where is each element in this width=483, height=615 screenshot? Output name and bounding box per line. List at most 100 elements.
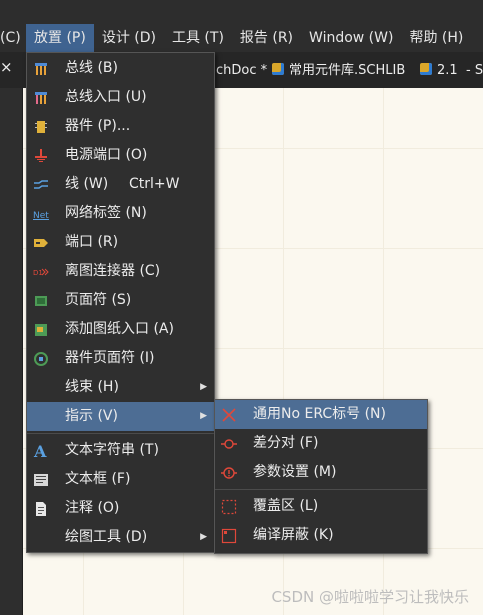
document-icon (420, 63, 432, 75)
sheet-symbol-icon (33, 293, 49, 309)
menu-item-label: 参数设置 (M) (253, 464, 337, 480)
menu-item-shortcut: Ctrl+W (129, 176, 180, 192)
menu-label: 放置 (P) (34, 30, 86, 46)
blanket-icon (221, 499, 237, 515)
menu-item-parameter-set[interactable]: 参数设置 (M) (215, 458, 427, 487)
menu-label: Window (W) (309, 30, 394, 46)
menu-item-label: 器件页面符 (I) (65, 350, 155, 366)
menu-item-device-sheet-symbol[interactable]: 器件页面符 (I) (27, 344, 214, 373)
menu-item-label: 注释 (O) (65, 500, 120, 516)
menu-item-label: 差分对 (F) (253, 435, 319, 451)
menu-item-label: 线束 (H) (65, 379, 119, 395)
menu-item-sheet-symbol[interactable]: 页面符 (S) (27, 286, 214, 315)
compile-mask-icon (221, 528, 237, 544)
menu-label: 工具 (T) (171, 30, 224, 46)
menu-item-part[interactable]: 器件 (P)... (27, 112, 214, 141)
menu-item-label: 总线 (B) (65, 60, 118, 76)
menu-item-label: 总线入口 (U) (65, 89, 147, 105)
device-sheet-symbol-icon (33, 351, 49, 367)
directives-submenu: 通用No ERC标号 (N) 差分对 (F) 参数设置 (M) 覆盖区 (L) … (214, 399, 428, 554)
menu-help[interactable]: 帮助 (H) (401, 24, 471, 52)
menu-item-label: 电源端口 (O) (65, 147, 148, 163)
menu-item-label: 页面符 (S) (65, 292, 132, 308)
menu-item-off-sheet-connector[interactable]: D1 离图连接器 (C) (27, 257, 214, 286)
menu-tools-cut[interactable]: (C) (0, 24, 26, 52)
menu-item-text-frame[interactable]: 文本框 (F) (27, 465, 214, 494)
bus-entry-icon (33, 90, 49, 106)
menu-item-label: 端口 (R) (65, 234, 119, 250)
menu-item-net-label[interactable]: Net 网络标签 (N) (27, 199, 214, 228)
menu-item-label: 线 (W) (65, 176, 109, 192)
menu-item-no-erc[interactable]: 通用No ERC标号 (N) (215, 400, 427, 429)
menu-item-label: 编译屏蔽 (K) (253, 527, 334, 543)
menu-separator (215, 489, 427, 490)
port-icon (33, 235, 49, 251)
menu-label: 报告 (R) (239, 30, 294, 46)
menu-item-label: 器件 (P)... (65, 118, 131, 134)
tab-label: - S (466, 63, 483, 78)
menu-item-wire[interactable]: 线 (W) Ctrl+W (27, 170, 214, 199)
text-frame-icon (33, 472, 49, 488)
svg-text:D1: D1 (33, 269, 43, 277)
parameter-set-icon (221, 465, 237, 481)
net-label-icon: Net (33, 206, 49, 222)
menu-item-label: 网络标签 (N) (65, 205, 147, 221)
tab-2-1[interactable]: 2.1 (420, 58, 458, 84)
schlib-icon (272, 63, 284, 75)
menu-item-drawing-tools[interactable]: 绘图工具 (D) ▶ (27, 523, 214, 552)
menu-bar: (C) 放置 (P) 设计 (D) 工具 (T) 报告 (R) Window (… (0, 0, 483, 52)
menu-bar-row: (C) 放置 (P) 设计 (D) 工具 (T) 报告 (R) Window (… (0, 24, 483, 52)
menu-tools[interactable]: 工具 (T) (164, 24, 232, 52)
menu-design[interactable]: 设计 (D) (94, 24, 164, 52)
menu-separator (27, 433, 214, 434)
menu-item-compile-mask[interactable]: 编译屏蔽 (K) (215, 521, 427, 550)
menu-reports[interactable]: 报告 (R) (232, 24, 301, 52)
menu-window[interactable]: Window (W) (301, 24, 401, 52)
tab-more[interactable]: - S (466, 58, 483, 84)
watermark: CSDN @啦啦啦学习让我快乐 (271, 588, 469, 606)
bus-icon (33, 61, 49, 77)
tab-label: 2.1 (437, 63, 458, 78)
tab-label: chDoc * (216, 63, 268, 78)
menu-item-label: 离图连接器 (C) (65, 263, 161, 279)
tab-label: 常用元件库.SCHLIB (289, 63, 406, 78)
menu-item-harness[interactable]: 线束 (H) ▶ (27, 373, 214, 402)
menu-item-bus-entry[interactable]: 总线入口 (U) (27, 83, 214, 112)
text-string-icon: A (33, 443, 49, 459)
note-icon (33, 501, 49, 517)
menu-item-port[interactable]: 端口 (R) (27, 228, 214, 257)
tab-schlib[interactable]: 常用元件库.SCHLIB (272, 58, 405, 84)
place-menu: 总线 (B) 总线入口 (U) 器件 (P)... 电源端口 (O) 线 (W)… (26, 52, 215, 553)
menu-item-note[interactable]: 注释 (O) (27, 494, 214, 523)
menu-item-text-string[interactable]: A 文本字符串 (T) (27, 436, 214, 465)
no-erc-icon (221, 407, 237, 423)
submenu-arrow-icon: ▶ (200, 382, 207, 392)
tab-schdoc[interactable]: chDoc * (216, 58, 267, 84)
differential-pair-icon (221, 436, 237, 452)
menu-item-label: 通用No ERC标号 (N) (253, 406, 386, 422)
close-icon[interactable]: × (0, 58, 13, 76)
menu-item-label: 指示 (V) (65, 408, 118, 424)
menu-item-label: 绘图工具 (D) (65, 529, 148, 545)
submenu-arrow-icon: ▶ (200, 532, 207, 542)
menu-item-sheet-entry[interactable]: 添加图纸入口 (A) (27, 315, 214, 344)
power-port-icon (33, 148, 49, 164)
menu-label: 帮助 (H) (409, 30, 464, 46)
menu-item-blanket[interactable]: 覆盖区 (L) (215, 492, 427, 521)
part-icon (33, 119, 49, 135)
menu-label: (C) (0, 30, 21, 46)
off-sheet-connector-icon: D1 (33, 264, 49, 280)
wire-icon (33, 177, 49, 193)
submenu-arrow-icon: ▶ (200, 411, 207, 421)
menu-item-power-port[interactable]: 电源端口 (O) (27, 141, 214, 170)
menu-label: 设计 (D) (101, 30, 156, 46)
menu-item-directives[interactable]: 指示 (V) ▶ (27, 402, 214, 431)
menu-item-label: 添加图纸入口 (A) (65, 321, 174, 337)
menu-item-bus[interactable]: 总线 (B) (27, 54, 214, 83)
left-panel: × (0, 58, 23, 615)
menu-item-label: 覆盖区 (L) (253, 498, 319, 514)
menu-item-label: 文本框 (F) (65, 471, 131, 487)
menu-item-differential-pair[interactable]: 差分对 (F) (215, 429, 427, 458)
menu-place[interactable]: 放置 (P) (26, 24, 94, 52)
sheet-entry-icon (33, 322, 49, 338)
